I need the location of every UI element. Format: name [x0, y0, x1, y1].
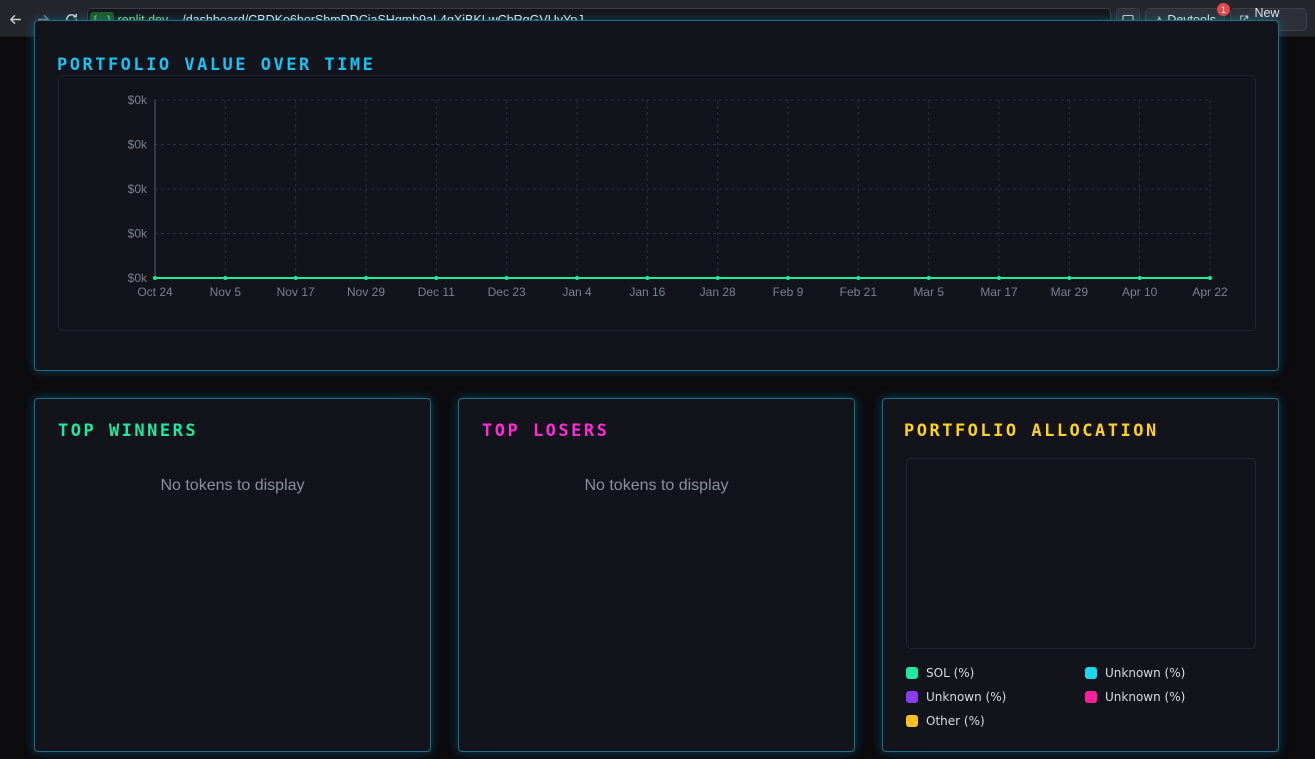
- x-tick-label: Nov 17: [277, 285, 315, 299]
- data-point: [715, 276, 720, 280]
- data-point: [926, 276, 931, 280]
- x-tick-label: Nov 29: [347, 285, 385, 299]
- legend-label: Unknown (%): [1105, 690, 1186, 704]
- line-chart: $0k$0k$0k$0k$0kOct 24 Nov 5 Nov 17 Nov 29 De…: [128, 93, 1228, 299]
- x-tick-label: Jan 4: [562, 285, 592, 299]
- x-tick-label: Apr 22: [1192, 285, 1228, 299]
- data-point: [645, 276, 650, 280]
- legend-item[interactable]: Unknown (%): [1085, 666, 1185, 680]
- x-tick-label: Mar 5: [913, 285, 944, 299]
- x-tick-label: Jan 16: [629, 285, 665, 299]
- portfolio-allocation-title: PORTFOLIO ALLOCATION: [904, 421, 1159, 441]
- legend-swatch: [906, 715, 918, 727]
- x-tick-label: Dec 11: [418, 285, 455, 299]
- x-tick-label: Nov 5: [210, 285, 242, 299]
- data-point: [1067, 276, 1072, 280]
- x-tick-label: Dec 23: [488, 285, 526, 299]
- y-tick-label: $0k: [128, 271, 148, 285]
- legend-item[interactable]: Unknown (%): [906, 690, 1006, 704]
- portfolio-allocation-card: PORTFOLIO ALLOCATION SOL (%) Unknown (%)…: [882, 398, 1279, 752]
- data-point: [997, 276, 1001, 280]
- data-point: [153, 276, 157, 280]
- legend-label: Unknown (%): [926, 690, 1007, 704]
- legend-item[interactable]: Unknown (%): [1085, 690, 1185, 704]
- x-tick-label: Mar 17: [980, 285, 1018, 299]
- legend-label: Other (%): [926, 714, 985, 728]
- top-winners-card: TOP WINNERS No tokens to display: [34, 398, 431, 752]
- data-point: [364, 276, 368, 280]
- x-tick-label: Jan 28: [700, 285, 736, 299]
- legend-swatch: [906, 691, 918, 703]
- data-point: [504, 276, 509, 280]
- portfolio-value-card: PORTFOLIO VALUE OVER TIME $0k $0k $0k $0k $0…: [34, 20, 1279, 371]
- x-tick-label: Mar 29: [1051, 285, 1089, 299]
- top-winners-empty-message: No tokens to display: [160, 477, 305, 494]
- legend-swatch: [906, 667, 918, 679]
- devtools-badge: 1: [1217, 3, 1230, 16]
- data-point: [575, 276, 579, 280]
- data-point: [434, 276, 439, 280]
- portfolio-value-title: PORTFOLIO VALUE OVER TIME: [57, 55, 376, 75]
- data-point: [1137, 276, 1142, 280]
- legend-item[interactable]: Other (%): [906, 714, 985, 728]
- y-tick-label: $0k: [128, 182, 148, 196]
- data-point: [223, 276, 228, 280]
- allocation-chart-area: [906, 458, 1256, 649]
- x-tick-label: Apr 10: [1122, 285, 1158, 299]
- legend-item[interactable]: SOL (%): [906, 666, 974, 680]
- portfolio-value-chart: $0k $0k $0k $0k $0k Oct 24 Nov 5 Nov 17 Nov 29 De…: [58, 75, 1256, 331]
- top-losers-card: TOP LOSERS No tokens to display: [458, 398, 855, 752]
- data-point: [293, 276, 298, 280]
- legend-label: Unknown (%): [1105, 666, 1186, 680]
- x-tick-label: Oct 24: [137, 285, 173, 299]
- y-tick-label: $0k: [128, 227, 148, 241]
- x-tick-label: Feb 9: [773, 285, 804, 299]
- data-point: [1208, 276, 1212, 280]
- top-losers-empty-message: No tokens to display: [584, 477, 729, 494]
- y-tick-label: $0k: [128, 138, 148, 152]
- top-winners-title: TOP WINNERS: [58, 421, 199, 441]
- back-icon[interactable]: [4, 8, 26, 30]
- legend-label: SOL (%): [926, 666, 975, 680]
- data-point: [786, 276, 790, 280]
- top-losers-title: TOP LOSERS: [482, 421, 610, 441]
- legend-swatch: [1085, 691, 1097, 703]
- x-tick-label: Feb 21: [840, 285, 878, 299]
- legend-swatch: [1085, 667, 1097, 679]
- data-point: [856, 276, 861, 280]
- y-tick-label: $0k: [128, 93, 148, 107]
